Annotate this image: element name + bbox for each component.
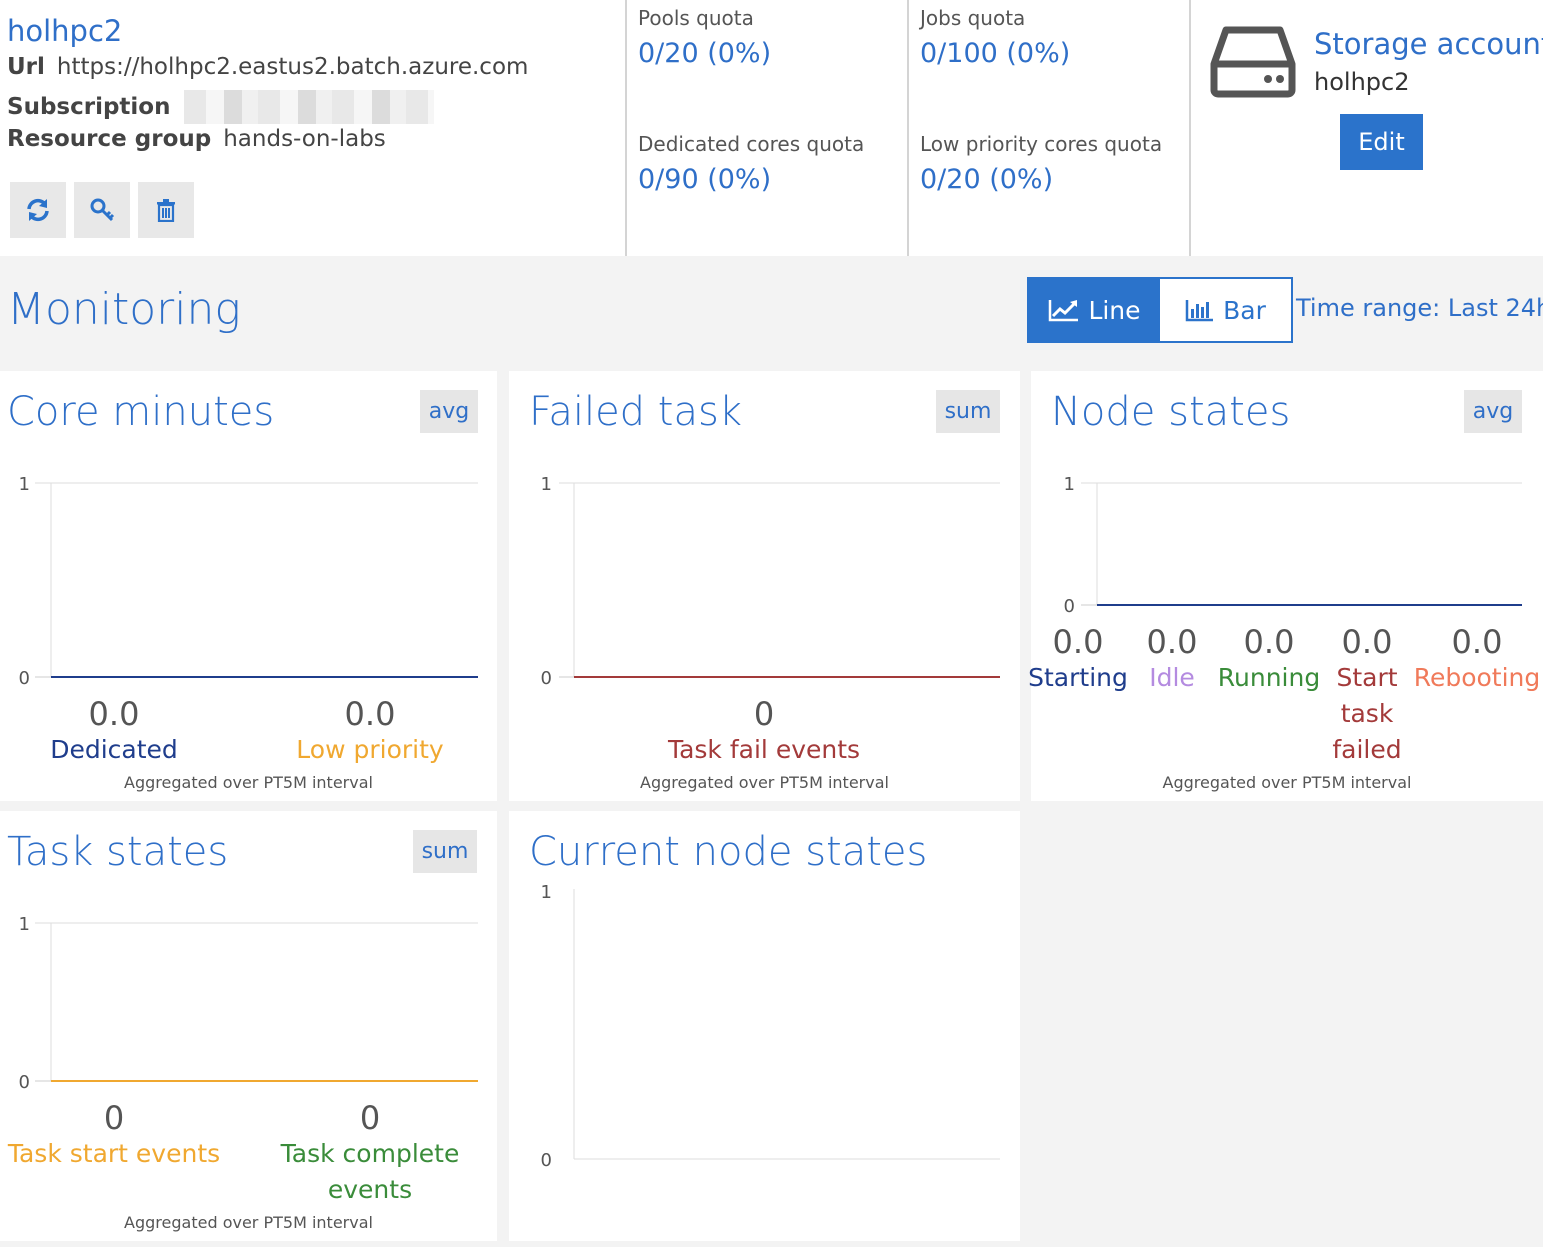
core-minutes-card: Core minutes avg 1 0 0.0 Dedicated 0.0 L… <box>0 371 497 801</box>
stat-value: 0.0 <box>1341 623 1393 661</box>
core-minutes-chart: 1 0 <box>19 474 478 689</box>
stat-starting: 0.0 Starting <box>1026 624 1130 696</box>
storage-account-name[interactable]: holhpc2 <box>1314 68 1409 96</box>
jobs-quota-value[interactable]: 0/100 (0%) <box>920 38 1070 69</box>
stat-dedicated: 0.0 Dedicated <box>24 696 204 768</box>
resource-group-label: Resource group <box>7 126 212 152</box>
stat-label: Rebooting <box>1413 663 1541 692</box>
time-range-selector[interactable]: Time range: Last 24h <box>1296 294 1543 322</box>
task-states-card: Task states sum 1 0 0 Task start events … <box>0 811 497 1241</box>
current-node-states-chart: 1 0 <box>541 882 1000 1171</box>
aggregation-note: Aggregated over PT5M interval <box>1162 773 1412 792</box>
stat-start-task-failed: 0.0 Start task failed <box>1327 624 1407 768</box>
node-states-chart: 1 0 <box>1064 474 1522 617</box>
stat-label: Low priority <box>296 735 444 764</box>
pools-quota-value[interactable]: 0/20 (0%) <box>638 38 771 69</box>
stat-label: Task fail events <box>667 735 861 764</box>
line-chart-icon <box>1049 300 1079 322</box>
monitoring-title: Monitoring <box>7 284 241 335</box>
resource-group-row: Resource group hands-on-labs <box>7 126 386 152</box>
y-tick-label: 1 <box>19 474 30 495</box>
quota-divider <box>1189 0 1191 256</box>
stat-task-fail-events: 0 Task fail events <box>659 696 869 768</box>
current-node-states-card: Current node states 1 0 <box>509 811 1020 1241</box>
stat-label: Task complete events <box>280 1139 460 1204</box>
low-priority-cores-quota-value[interactable]: 0/20 (0%) <box>920 164 1053 195</box>
y-tick-label: 1 <box>19 914 30 935</box>
y-tick-label: 0 <box>541 1150 552 1171</box>
delete-icon <box>157 199 175 222</box>
chart-type-toggle: Line Bar <box>1027 277 1293 343</box>
jobs-quota-label: Jobs quota <box>920 6 1026 30</box>
y-tick-label: 0 <box>19 668 30 689</box>
stat-low-priority: 0.0 Low priority <box>270 696 470 768</box>
resource-group-value: hands-on-labs <box>223 126 386 152</box>
pools-quota-tile: Pools quota 0/20 (0%) <box>625 0 907 128</box>
delete-button[interactable] <box>138 182 194 238</box>
stat-value: 0.0 <box>1243 623 1295 661</box>
low-priority-cores-quota-label: Low priority cores quota <box>920 132 1163 156</box>
access-keys-button[interactable] <box>74 182 130 238</box>
stat-label: Starting <box>1028 663 1128 692</box>
bar-chart-icon <box>1185 300 1214 322</box>
stat-value: 0 <box>753 695 775 733</box>
stat-value: 0.0 <box>1146 623 1198 661</box>
stat-value: 0.0 <box>1451 623 1503 661</box>
aggregation-note: Aggregated over PT5M interval <box>124 1213 373 1232</box>
stat-rebooting: 0.0 Rebooting <box>1411 624 1543 696</box>
low-priority-cores-quota-tile: Low priority cores quota 0/20 (0%) <box>907 126 1189 256</box>
bar-toggle-button[interactable]: Bar <box>1160 279 1291 341</box>
y-tick-label: 0 <box>541 668 552 689</box>
task-states-chart: 1 0 <box>19 914 478 1093</box>
stat-idle: 0.0 Idle <box>1135 624 1209 696</box>
y-tick-label: 0 <box>1064 596 1075 617</box>
failed-task-chart: 1 0 <box>541 474 1000 689</box>
stat-value: 0.0 <box>344 695 396 733</box>
jobs-quota-tile: Jobs quota 0/100 (0%) <box>907 0 1189 128</box>
stat-label: Start task failed <box>1332 663 1402 764</box>
pools-quota-label: Pools quota <box>638 6 754 30</box>
stat-label: Dedicated <box>50 735 178 764</box>
refresh-icon <box>27 198 49 222</box>
stat-value: 0 <box>103 1099 125 1137</box>
aggregation-note: Aggregated over PT5M interval <box>640 773 889 792</box>
bar-toggle-label: Bar <box>1223 295 1266 325</box>
stat-label: Running <box>1217 663 1321 692</box>
url-label: Url <box>7 54 45 80</box>
y-tick-label: 1 <box>541 474 552 495</box>
key-icon <box>90 198 115 222</box>
stat-value: 0.0 <box>1052 623 1104 661</box>
refresh-button[interactable] <box>10 182 66 238</box>
line-toggle-label: Line <box>1088 295 1141 325</box>
stat-value: 0 <box>359 1099 381 1137</box>
url-row: Url https://holhpc2.eastus2.batch.azure.c… <box>7 54 528 80</box>
subscription-redacted <box>184 90 435 124</box>
subscription-label: Subscription <box>7 93 171 120</box>
y-tick-label: 1 <box>1064 474 1075 495</box>
y-tick-label: 1 <box>541 882 552 903</box>
storage-account-title: Storage account <box>1314 27 1543 61</box>
stat-task-complete-events: 0 Task complete events <box>265 1100 475 1208</box>
aggregation-note: Aggregated over PT5M interval <box>124 773 373 792</box>
dedicated-cores-quota-label: Dedicated cores quota <box>638 132 865 156</box>
stat-label: Idle <box>1149 663 1195 692</box>
dedicated-cores-quota-value[interactable]: 0/90 (0%) <box>638 164 771 195</box>
y-tick-label: 0 <box>19 1072 30 1093</box>
account-header: holhpc2 Url https://holhpc2.eastus2.batch… <box>0 0 1543 256</box>
dedicated-cores-quota-tile: Dedicated cores quota 0/90 (0%) <box>625 126 907 256</box>
url-value: https://holhpc2.eastus2.batch.azure.com <box>56 54 529 80</box>
failed-task-card: Failed task sum 1 0 0 Task fail events A… <box>509 371 1020 801</box>
stat-value: 0.0 <box>88 695 140 733</box>
line-toggle-button[interactable]: Line <box>1029 279 1160 341</box>
stat-label: Task start events <box>7 1139 221 1168</box>
account-name[interactable]: holhpc2 <box>7 14 122 48</box>
subscription-row: Subscription <box>7 90 435 124</box>
stat-task-start-events: 0 Task start events <box>4 1100 224 1172</box>
storage-drive-icon <box>1210 26 1296 98</box>
stat-running: 0.0 Running <box>1214 624 1324 696</box>
node-states-card: Node states avg 1 0 0.0 Starting 0.0 Idl… <box>1028 371 1543 801</box>
edit-storage-button[interactable]: Edit <box>1340 114 1423 170</box>
